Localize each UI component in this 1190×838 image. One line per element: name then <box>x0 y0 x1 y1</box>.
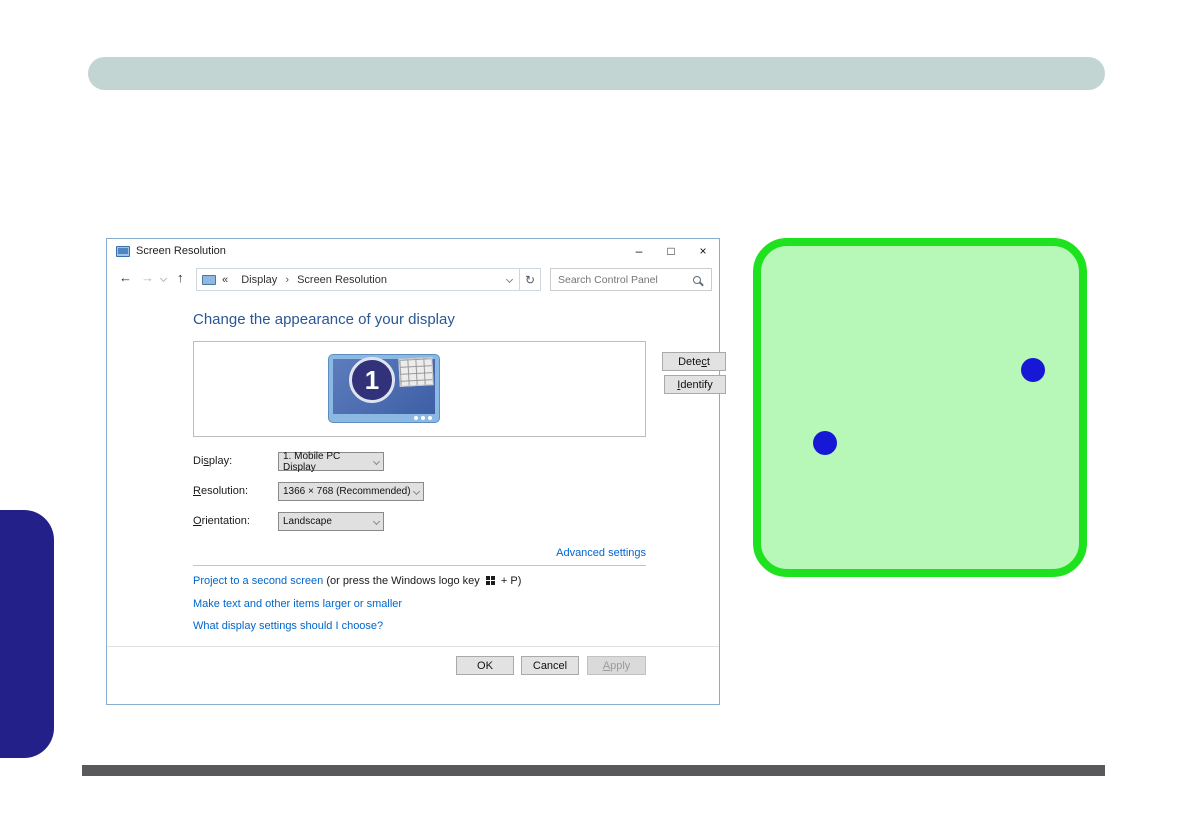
orientation-dropdown[interactable]: Landscape <box>278 512 384 531</box>
windows-logo-icon <box>485 576 495 585</box>
address-dropdown-chevron-icon[interactable] <box>500 269 519 290</box>
monitor-screen: 1 <box>333 357 435 420</box>
make-text-larger-row: Make text and other items larger or smal… <box>193 598 402 610</box>
address-bar[interactable]: « Display › Screen Resolution ↻ <box>196 268 541 291</box>
callout-dot-green-left <box>813 431 837 455</box>
project-second-screen-row: Project to a second screen (or press the… <box>193 575 521 587</box>
breadcrumb-prefix: « <box>222 273 229 286</box>
resolution-dropdown[interactable]: 1366 × 768 (Recommended) <box>278 482 424 501</box>
detect-button[interactable]: Detect <box>662 352 726 371</box>
breadcrumb-item-display[interactable]: Display <box>241 274 277 286</box>
address-monitor-icon <box>202 274 216 285</box>
monitor-grid-graphic <box>398 357 434 387</box>
back-icon[interactable]: ← <box>119 270 132 285</box>
identify-button[interactable]: Identify <box>664 375 726 394</box>
project-second-screen-link[interactable]: Project to a second screen <box>193 575 323 587</box>
close-button[interactable]: × <box>687 239 719 263</box>
resolution-label: Resolution: <box>193 485 249 497</box>
monitor-number: 1 <box>364 364 380 395</box>
ok-button[interactable]: OK <box>456 656 514 675</box>
breadcrumb-item-screen-resolution[interactable]: Screen Resolution <box>297 274 387 286</box>
search-input[interactable] <box>551 273 693 286</box>
cancel-button[interactable]: Cancel <box>521 656 579 675</box>
navigation-bar: ← → ↑ « Display › Screen Resolution ↻ <box>107 265 719 293</box>
refresh-icon[interactable]: ↻ <box>519 269 540 290</box>
side-chapter-tab <box>0 510 54 758</box>
screen-resolution-window: Screen Resolution – □ × ← → ↑ « Display … <box>106 238 726 705</box>
breadcrumb-separator: › <box>285 273 289 286</box>
monitor-number-badge: 1 <box>349 357 395 403</box>
advanced-settings-link-row: Advanced settings <box>193 547 646 559</box>
footer-separator-line <box>107 646 719 647</box>
footer-rule-bar <box>82 765 1105 776</box>
title-bar: Screen Resolution – □ × <box>107 239 719 263</box>
top-decoration-bar <box>88 57 1105 90</box>
chevron-down-icon <box>412 487 421 496</box>
orientation-dropdown-value: Landscape <box>283 516 332 527</box>
app-monitor-icon <box>116 245 130 257</box>
chevron-down-icon <box>373 457 381 466</box>
maximize-button[interactable]: □ <box>655 239 687 263</box>
display-dropdown-value: 1. Mobile PC Display <box>283 450 341 473</box>
monitor-preview-icon[interactable]: 1 <box>329 355 439 422</box>
apply-button[interactable]: Apply <box>587 656 646 675</box>
separator-line <box>193 565 646 566</box>
up-icon[interactable]: ↑ <box>177 270 184 285</box>
highlight-box <box>753 238 1087 577</box>
breadcrumb: « Display › Screen Resolution <box>222 274 387 286</box>
callout-dot-green-right <box>1021 358 1045 382</box>
window-title: Screen Resolution <box>136 245 226 257</box>
minimize-button[interactable]: – <box>623 239 655 263</box>
chevron-down-icon <box>372 517 381 526</box>
page-title: Change the appearance of your display <box>193 311 455 328</box>
resolution-dropdown-value: 1366 × 768 (Recommended) <box>283 486 411 497</box>
display-label: Display: <box>193 455 233 467</box>
monitor-dots-icon <box>428 416 432 420</box>
display-dropdown[interactable]: 1. Mobile PC Display <box>278 450 384 473</box>
what-settings-row: What display settings should I choose? <box>193 620 383 632</box>
project-hint-text: (or press the Windows logo key <box>326 575 480 587</box>
what-settings-link[interactable]: What display settings should I choose? <box>193 620 383 632</box>
orientation-label: Orientation: <box>193 515 250 527</box>
make-text-larger-link[interactable]: Make text and other items larger or smal… <box>193 598 402 610</box>
advanced-settings-link[interactable]: Advanced settings <box>556 547 646 559</box>
recent-pages-chevron-icon[interactable] <box>159 274 168 283</box>
display-preview-panel: 1 Detect Identify <box>193 341 726 437</box>
search-box[interactable] <box>550 268 712 291</box>
forward-icon[interactable]: → <box>141 270 154 285</box>
project-hint-text-end: + P) <box>500 575 522 587</box>
search-icon <box>693 275 701 284</box>
